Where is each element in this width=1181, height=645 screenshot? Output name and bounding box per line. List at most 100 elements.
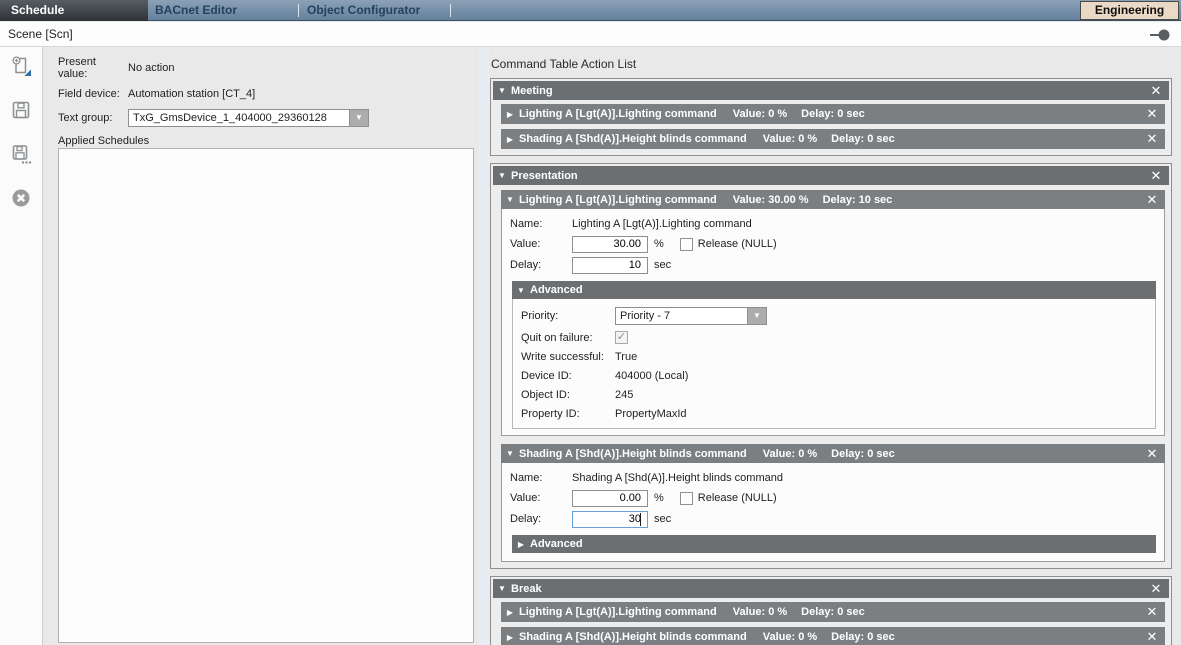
action-group-break: Break Lighting A [Lgt(A)].Lighting comma… <box>490 576 1172 645</box>
collapse-triangle-icon <box>493 584 511 593</box>
collapse-triangle-icon <box>493 86 511 95</box>
action-delay: Delay: 0 sec <box>801 108 865 120</box>
advanced-header-collapsed[interactable]: Advanced <box>512 535 1156 553</box>
name-value: Lighting A [Lgt(A)].Lighting command <box>572 218 752 230</box>
add-object-icon[interactable] <box>10 55 32 77</box>
priority-value: Priority - 7 <box>616 308 747 324</box>
delay-label: Delay: <box>510 513 572 525</box>
close-icon[interactable] <box>1139 604 1165 620</box>
group-name: Meeting <box>511 85 553 97</box>
advanced-label: Advanced <box>530 538 583 550</box>
group-name: Presentation <box>511 170 578 182</box>
value-label: Value: <box>510 238 572 250</box>
action-row-lighting[interactable]: Lighting A [Lgt(A)].Lighting command Val… <box>501 602 1165 622</box>
expand-triangle-icon <box>501 135 519 144</box>
release-null-checkbox[interactable] <box>680 238 693 251</box>
chevron-down-icon[interactable] <box>349 110 368 126</box>
text-caret <box>640 513 641 526</box>
text-group-combobox[interactable]: TxG_GmsDevice_1_404000_29360128 <box>128 109 369 127</box>
field-device: Automation station [CT_4] <box>128 88 255 100</box>
action-value: Value: 30.00 % <box>733 194 809 206</box>
close-icon[interactable] <box>1139 106 1165 122</box>
delay-label: Delay: <box>510 259 572 271</box>
chevron-down-icon[interactable] <box>747 308 766 324</box>
save-icon[interactable] <box>10 99 32 121</box>
action-delay: Delay: 0 sec <box>801 606 865 618</box>
left-toolbar <box>0 47 43 645</box>
action-value: Value: 0 % <box>733 108 787 120</box>
present-value: No action <box>128 62 174 74</box>
scene-title: Scene [Scn] <box>8 22 73 46</box>
write-successful-label: Write successful: <box>521 351 615 363</box>
applied-schedules-label: Applied Schedules <box>58 135 149 147</box>
action-title: Lighting A [Lgt(A)].Lighting command <box>519 108 717 120</box>
name-label: Name: <box>510 218 572 230</box>
expand-triangle-icon <box>512 540 530 549</box>
group-name: Break <box>511 583 542 595</box>
command-table-title: Command Table Action List <box>491 57 1172 71</box>
tab-schedule[interactable]: Schedule <box>0 0 148 21</box>
action-row-shading[interactable]: Shading A [Shd(A)].Height blinds command… <box>501 129 1165 149</box>
save-as-icon[interactable] <box>10 143 32 165</box>
collapse-triangle-icon <box>512 286 530 295</box>
action-title: Lighting A [Lgt(A)].Lighting command <box>519 606 717 618</box>
advanced-header[interactable]: Advanced <box>512 281 1156 299</box>
expand-triangle-icon <box>501 608 519 617</box>
group-header-presentation[interactable]: Presentation <box>493 166 1169 185</box>
action-delay: Delay: 0 sec <box>831 631 895 643</box>
object-id-value: 245 <box>615 389 633 401</box>
delay-input-focused[interactable] <box>572 511 648 528</box>
action-item-header[interactable]: Lighting A [Lgt(A)].Lighting command Val… <box>501 190 1165 209</box>
discard-icon[interactable] <box>10 187 32 209</box>
value-input[interactable] <box>572 490 648 507</box>
release-null-checkbox[interactable] <box>680 492 693 505</box>
schedule-properties-panel: Present value: No action Field device: A… <box>43 47 479 645</box>
write-successful-value: True <box>615 351 637 363</box>
action-title: Shading A [Shd(A)].Height blinds command <box>519 133 747 145</box>
group-header-meeting[interactable]: Meeting <box>493 81 1169 100</box>
tab-engineering[interactable]: Engineering <box>1080 1 1179 20</box>
close-icon[interactable] <box>1143 581 1169 597</box>
panel-splitter[interactable] <box>479 47 489 645</box>
group-header-break[interactable]: Break <box>493 579 1169 598</box>
action-item-header[interactable]: Shading A [Shd(A)].Height blinds command… <box>501 444 1165 463</box>
value-label: Value: <box>510 492 572 504</box>
close-icon[interactable] <box>1139 446 1165 462</box>
release-null-label: Release (NULL) <box>698 238 777 250</box>
delay-input[interactable] <box>572 257 648 274</box>
delay-unit: sec <box>654 513 671 525</box>
tab-separator <box>450 4 451 17</box>
top-tab-bar: Schedule BACnet Editor Object Configurat… <box>0 0 1181 21</box>
action-delay: Delay: 10 sec <box>823 194 893 206</box>
close-icon[interactable] <box>1143 83 1169 99</box>
action-value: Value: 0 % <box>763 631 817 643</box>
close-icon[interactable] <box>1139 629 1165 645</box>
priority-label: Priority: <box>521 310 615 322</box>
field-device-label: Field device: <box>58 88 128 100</box>
action-group-presentation: Presentation Lighting A [Lgt(A)].Lightin… <box>490 163 1172 569</box>
action-row-lighting[interactable]: Lighting A [Lgt(A)].Lighting command Val… <box>501 104 1165 124</box>
close-icon[interactable] <box>1143 168 1169 184</box>
pin-icon[interactable] <box>1149 28 1171 42</box>
action-delay: Delay: 0 sec <box>831 133 895 145</box>
text-group-label: Text group: <box>58 112 128 124</box>
close-icon[interactable] <box>1139 131 1165 147</box>
advanced-section: Advanced Priority: Priority - 7 <box>512 281 1156 429</box>
quit-on-failure-checkbox[interactable] <box>615 331 628 344</box>
delay-unit: sec <box>654 259 671 271</box>
present-value-label: Present value: <box>58 56 128 80</box>
priority-combobox[interactable]: Priority - 7 <box>615 307 767 325</box>
tab-bacnet-editor[interactable]: BACnet Editor <box>155 0 237 21</box>
tab-separator <box>298 4 299 17</box>
collapse-triangle-icon <box>501 449 519 458</box>
collapse-triangle-icon <box>493 171 511 180</box>
device-id-label: Device ID: <box>521 370 615 382</box>
close-icon[interactable] <box>1139 192 1165 208</box>
tab-object-configurator[interactable]: Object Configurator <box>307 0 420 21</box>
value-unit: % <box>654 238 664 250</box>
collapse-triangle-icon <box>501 195 519 204</box>
value-input[interactable] <box>572 236 648 253</box>
action-row-shading[interactable]: Shading A [Shd(A)].Height blinds command… <box>501 627 1165 645</box>
property-id-value: PropertyMaxId <box>615 408 687 420</box>
applied-schedules-listbox[interactable] <box>58 148 474 643</box>
